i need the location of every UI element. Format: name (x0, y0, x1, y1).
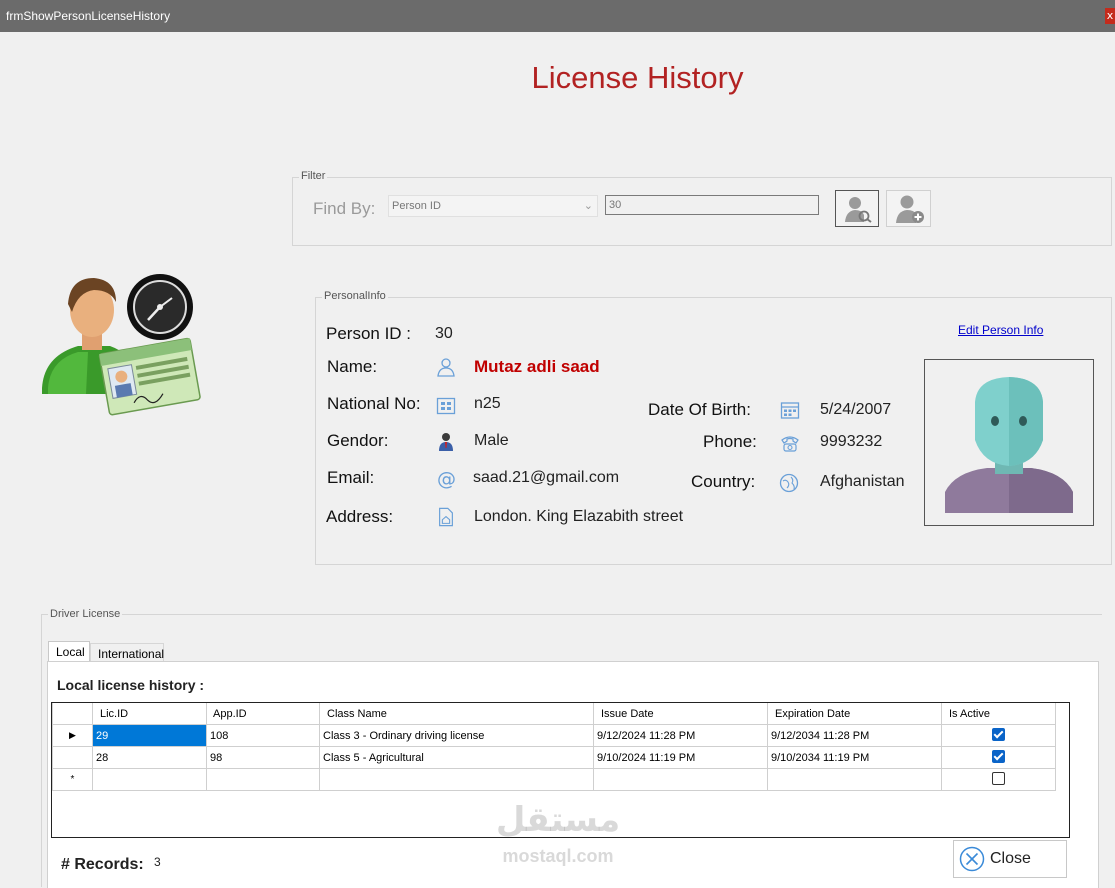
cell-is-active[interactable] (941, 746, 1056, 769)
col-header-issue-date[interactable]: Issue Date (593, 703, 768, 725)
is-active-checkbox[interactable] (992, 749, 1005, 763)
avatar-icon (945, 377, 1073, 513)
cell-class-name[interactable]: Class 5 - Agricultural (319, 746, 594, 769)
address-document-icon (439, 507, 453, 527)
filter-search-input[interactable]: 30 (605, 195, 819, 215)
new-row[interactable]: * (52, 768, 1056, 791)
find-by-select[interactable]: Person ID ⌄ (388, 195, 598, 217)
local-license-history-label: Local license history : (57, 677, 205, 693)
cell-lic-id[interactable] (92, 768, 207, 791)
find-by-label: Find By: (313, 199, 376, 218)
driver-license-group-left-edge (41, 614, 42, 887)
close-circle-icon (959, 846, 985, 872)
cell-expiration-date[interactable] (767, 768, 942, 791)
cell-lic-id[interactable]: 29 (92, 724, 207, 747)
watermark-latin: mostaql.com (502, 846, 614, 866)
watermark-arabic: مستقل (495, 800, 621, 840)
col-header-class-name[interactable]: Class Name (319, 703, 594, 725)
tab-international[interactable]: International (90, 643, 164, 662)
edit-person-info-link[interactable]: Edit Person Info (958, 323, 1043, 337)
col-header-is-active[interactable]: Is Active (941, 703, 1056, 725)
window-title: frmShowPersonLicenseHistory (6, 9, 171, 23)
cell-issue-date[interactable]: 9/10/2024 11:19 PM (593, 746, 768, 769)
cell-app-id[interactable]: 98 (206, 746, 320, 769)
person-search-icon (845, 197, 872, 223)
cell-lic-id[interactable]: 28 (92, 746, 207, 769)
is-active-checkbox[interactable] (992, 727, 1005, 741)
address-value: London. King Elazabith street (474, 508, 684, 525)
find-by-select-value: Person ID (392, 200, 441, 212)
driver-license-group-border (41, 614, 1102, 615)
cell-expiration-date[interactable]: 9/12/2034 11:28 PM (767, 724, 942, 747)
gender-label: Gendor: (327, 431, 389, 450)
cell-is-active[interactable] (941, 768, 1056, 791)
filter-search-value: 30 (609, 199, 622, 211)
grid-header-row: Lic.ID App.ID Class Name Issue Date Expi… (52, 703, 1056, 725)
person-id-label: Person ID : (326, 324, 412, 343)
dob-value: 5/24/2007 (820, 401, 892, 418)
cell-expiration-date[interactable]: 9/10/2034 11:19 PM (767, 746, 942, 769)
cell-app-id[interactable] (206, 768, 320, 791)
col-header-lic-id[interactable]: Lic.ID (92, 703, 207, 725)
phone-label: Phone: (703, 432, 757, 451)
is-active-checkbox[interactable] (992, 771, 1005, 785)
cell-app-id[interactable]: 108 (206, 724, 320, 747)
cell-is-active[interactable] (941, 724, 1056, 747)
row-selector[interactable] (52, 746, 93, 769)
dob-label: Date Of Birth: (648, 400, 751, 419)
person-id-value: 30 (435, 325, 453, 342)
person-add-icon (896, 195, 924, 223)
table-row[interactable]: 28 98 Class 5 - Agricultural 9/10/2024 1… (52, 746, 1056, 769)
page-title: License History (531, 60, 744, 95)
window-close-button[interactable]: x (1105, 8, 1115, 24)
driver-license-group-label: Driver License (48, 608, 123, 620)
national-no-label: National No: (327, 394, 421, 413)
personal-info-group-label: PersonalInfo (322, 290, 388, 302)
phone-value: 9993232 (820, 433, 883, 450)
email-value: saad.21@gmail.com (473, 469, 620, 486)
col-header-app-id[interactable]: App.ID (206, 703, 320, 725)
tab-international-label: International (98, 647, 165, 661)
license-history-table: Lic.ID App.ID Class Name Issue Date Expi… (52, 703, 1056, 791)
person-outline-icon (437, 358, 455, 377)
at-sign-icon: @ (437, 468, 456, 490)
name-value: Mutaz adli saad (474, 357, 600, 376)
add-person-button[interactable] (886, 190, 931, 227)
close-button-label: Close (990, 850, 1031, 867)
country-label: Country: (691, 472, 756, 491)
cell-issue-date[interactable] (593, 768, 768, 791)
globe-icon (779, 473, 799, 493)
close-button[interactable]: Close (953, 840, 1067, 878)
calendar-icon (780, 402, 800, 419)
id-card-icon (436, 397, 456, 415)
cell-class-name[interactable] (319, 768, 594, 791)
person-photo (924, 359, 1094, 526)
col-header-expiration-date[interactable]: Expiration Date (767, 703, 942, 725)
country-value: Afghanistan (820, 473, 905, 490)
new-row-marker: * (52, 768, 93, 791)
find-person-button[interactable] (835, 190, 879, 227)
cell-issue-date[interactable]: 9/12/2024 11:28 PM (593, 724, 768, 747)
name-label: Name: (327, 357, 378, 376)
gender-value: Male (474, 432, 509, 449)
tab-local[interactable]: Local (48, 641, 90, 662)
phone-icon (781, 436, 799, 452)
row-header-corner (52, 703, 93, 725)
email-label: Email: (327, 468, 375, 487)
chevron-down-icon: ⌄ (583, 199, 593, 212)
national-no-value: n25 (474, 395, 501, 412)
row-selector-arrow[interactable]: ▶ (52, 724, 93, 747)
records-count: 3 (154, 855, 161, 869)
address-label: Address: (326, 507, 394, 526)
male-icon (439, 433, 453, 451)
table-row[interactable]: ▶ 29 108 Class 3 - Ordinary driving lice… (52, 724, 1056, 747)
window-titlebar: frmShowPersonLicenseHistory x (0, 0, 1115, 32)
tab-local-label: Local (56, 645, 85, 659)
filter-group-label: Filter (299, 170, 328, 182)
records-label: # Records: (61, 856, 144, 873)
license-person-illustration (38, 268, 208, 428)
cell-class-name[interactable]: Class 3 - Ordinary driving license (319, 724, 594, 747)
